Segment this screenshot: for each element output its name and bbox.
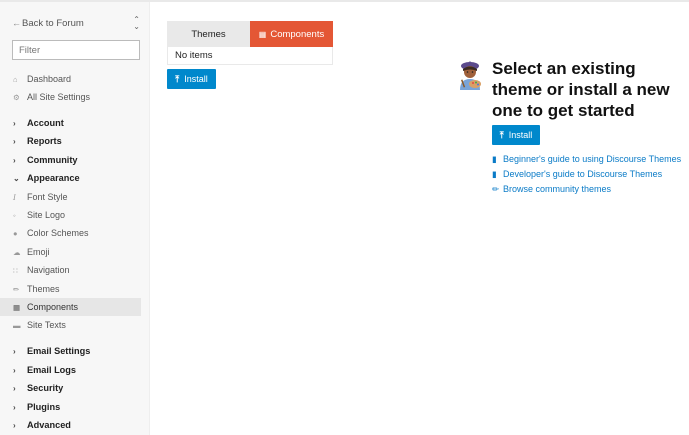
sidebar-item-label: Font Style bbox=[27, 192, 68, 202]
install-button-label: Install bbox=[508, 130, 533, 140]
sidebar-item-font-style[interactable]: I Font Style bbox=[0, 188, 141, 206]
italic-icon: I bbox=[13, 192, 16, 202]
sidebar-item-label: Site Logo bbox=[27, 210, 66, 220]
emoji-icon: ☁ bbox=[13, 247, 21, 257]
sidebar-item-all-site-settings[interactable]: ⚙ All Site Settings bbox=[0, 88, 141, 106]
chevron-right-icon: › bbox=[13, 383, 16, 393]
theme-tabs: Themes ▦ Components bbox=[167, 21, 333, 47]
sidebar-section-label: Advanced bbox=[27, 420, 71, 430]
paintbrush-icon: ✏ bbox=[492, 183, 500, 194]
sidebar-section-account[interactable]: › Account bbox=[0, 114, 141, 132]
sidebar-item-site-texts[interactable]: ▬ Site Texts bbox=[0, 316, 141, 334]
book-icon: ▮ bbox=[492, 153, 497, 164]
sidebar-item-label: Site Texts bbox=[27, 320, 66, 330]
sidebar-section-label: Account bbox=[27, 118, 64, 128]
sort-toggle-icon[interactable]: ⌃ ⌄ bbox=[133, 16, 140, 31]
sidebar-section-security[interactable]: › Security bbox=[0, 379, 141, 397]
admin-sidebar: ← Back to Forum ⌃⌄ ⌂ Dashboard ⚙ All Sit… bbox=[0, 2, 150, 435]
chevron-right-icon: › bbox=[13, 155, 16, 165]
sidebar-filter-input[interactable] bbox=[12, 40, 140, 60]
back-to-forum-label: Back to Forum bbox=[22, 17, 84, 29]
tab-components[interactable]: ▦ Components bbox=[250, 21, 333, 47]
link-label: Beginner's guide to using Discourse Them… bbox=[503, 154, 682, 164]
tab-label: Themes bbox=[191, 28, 226, 40]
chevron-right-icon: › bbox=[13, 346, 16, 356]
chevron-right-icon: › bbox=[13, 420, 16, 430]
sidebar-section-community[interactable]: › Community bbox=[0, 151, 141, 169]
sidebar-section-label: Community bbox=[27, 155, 78, 165]
chevron-right-icon: › bbox=[13, 365, 16, 375]
sidebar-section-label: Security bbox=[27, 383, 64, 393]
chevron-down-icon: ⌄ bbox=[13, 173, 20, 183]
link-label: Developer's guide to Discourse Themes bbox=[503, 169, 663, 179]
developers-guide-link[interactable]: ▮ Developer's guide to Discourse Themes bbox=[492, 167, 662, 181]
sidebar-section-reports[interactable]: › Reports bbox=[0, 132, 141, 150]
sidebar-section-advanced[interactable]: › Advanced bbox=[0, 416, 141, 434]
sidebar-item-color-schemes[interactable]: ● Color Schemes bbox=[0, 224, 141, 242]
welcome-title: Select an existing theme or install a ne… bbox=[492, 59, 670, 120]
install-button[interactable]: ⤒ Install bbox=[167, 69, 216, 89]
sidebar-section-email-settings[interactable]: › Email Settings bbox=[0, 342, 141, 360]
sidebar-item-navigation[interactable]: ∷ Navigation bbox=[0, 261, 141, 279]
sidebar-section-label: Email Logs bbox=[27, 365, 77, 375]
puzzle-icon: ▦ bbox=[258, 29, 267, 39]
upload-icon: ⤒ bbox=[175, 73, 180, 84]
install-button-label: Install bbox=[184, 74, 208, 84]
chevron-right-icon: › bbox=[13, 136, 16, 146]
sidebar-section-plugins[interactable]: › Plugins bbox=[0, 398, 141, 416]
sidebar-item-label: Components bbox=[27, 302, 79, 312]
install-button[interactable]: ⤒ Install bbox=[492, 125, 540, 145]
puzzle-icon: ▦ bbox=[13, 302, 21, 312]
sidebar-item-label: All Site Settings bbox=[27, 92, 91, 102]
sidebar-section-label: Reports bbox=[27, 136, 62, 146]
sidebar-item-label: Navigation bbox=[27, 265, 70, 275]
beginners-guide-link[interactable]: ▮ Beginner's guide to using Discourse Th… bbox=[492, 152, 681, 166]
components-list: No items bbox=[167, 47, 333, 65]
sidebar-item-components[interactable]: ▦ Components bbox=[0, 298, 141, 316]
sidebar-item-dashboard[interactable]: ⌂ Dashboard bbox=[0, 70, 141, 88]
sidebar-item-label: Themes bbox=[27, 284, 60, 294]
back-to-forum-link[interactable]: ← Back to Forum ⌃ ⌄ bbox=[12, 16, 140, 31]
sidebar-section-email-logs[interactable]: › Email Logs bbox=[0, 361, 141, 379]
empty-list-text: No items bbox=[175, 50, 213, 61]
chevron-right-icon: › bbox=[13, 118, 16, 128]
book-icon: ▮ bbox=[492, 168, 497, 179]
sidebar-section-appearance[interactable]: ⌄ Appearance bbox=[0, 169, 141, 187]
sidebar-item-label: Emoji bbox=[27, 247, 50, 257]
browse-community-themes-link[interactable]: ✏ Browse community themes bbox=[492, 182, 611, 196]
chevron-right-icon: › bbox=[13, 402, 16, 412]
sidebar-item-site-logo[interactable]: ◦ Site Logo bbox=[0, 206, 141, 224]
route-icon: ∷ bbox=[13, 265, 18, 275]
image-icon: ◦ bbox=[13, 210, 16, 220]
artist-emoji-icon bbox=[460, 61, 481, 90]
palette-icon: ● bbox=[13, 228, 18, 238]
home-icon: ⌂ bbox=[13, 74, 18, 84]
text-icon: ▬ bbox=[13, 320, 21, 330]
sidebar-item-label: Dashboard bbox=[27, 74, 72, 84]
sidebar-section-label: Plugins bbox=[27, 402, 61, 412]
tab-label: Components bbox=[270, 28, 325, 40]
sidebar-section-label: Email Settings bbox=[27, 346, 91, 356]
tab-themes[interactable]: Themes bbox=[167, 21, 250, 47]
paintbrush-icon: ✏ bbox=[13, 284, 20, 294]
sidebar-item-emoji[interactable]: ☁ Emoji bbox=[0, 243, 141, 261]
upload-icon: ⤒ bbox=[499, 129, 504, 140]
sidebar-section-label: Appearance bbox=[27, 173, 80, 183]
sidebar-item-label: Color Schemes bbox=[27, 228, 89, 238]
link-label: Browse community themes bbox=[503, 184, 612, 194]
sidebar-item-themes[interactable]: ✏ Themes bbox=[0, 280, 141, 298]
gear-icon: ⚙ bbox=[13, 92, 20, 102]
arrow-left-icon: ← bbox=[12, 18, 21, 28]
